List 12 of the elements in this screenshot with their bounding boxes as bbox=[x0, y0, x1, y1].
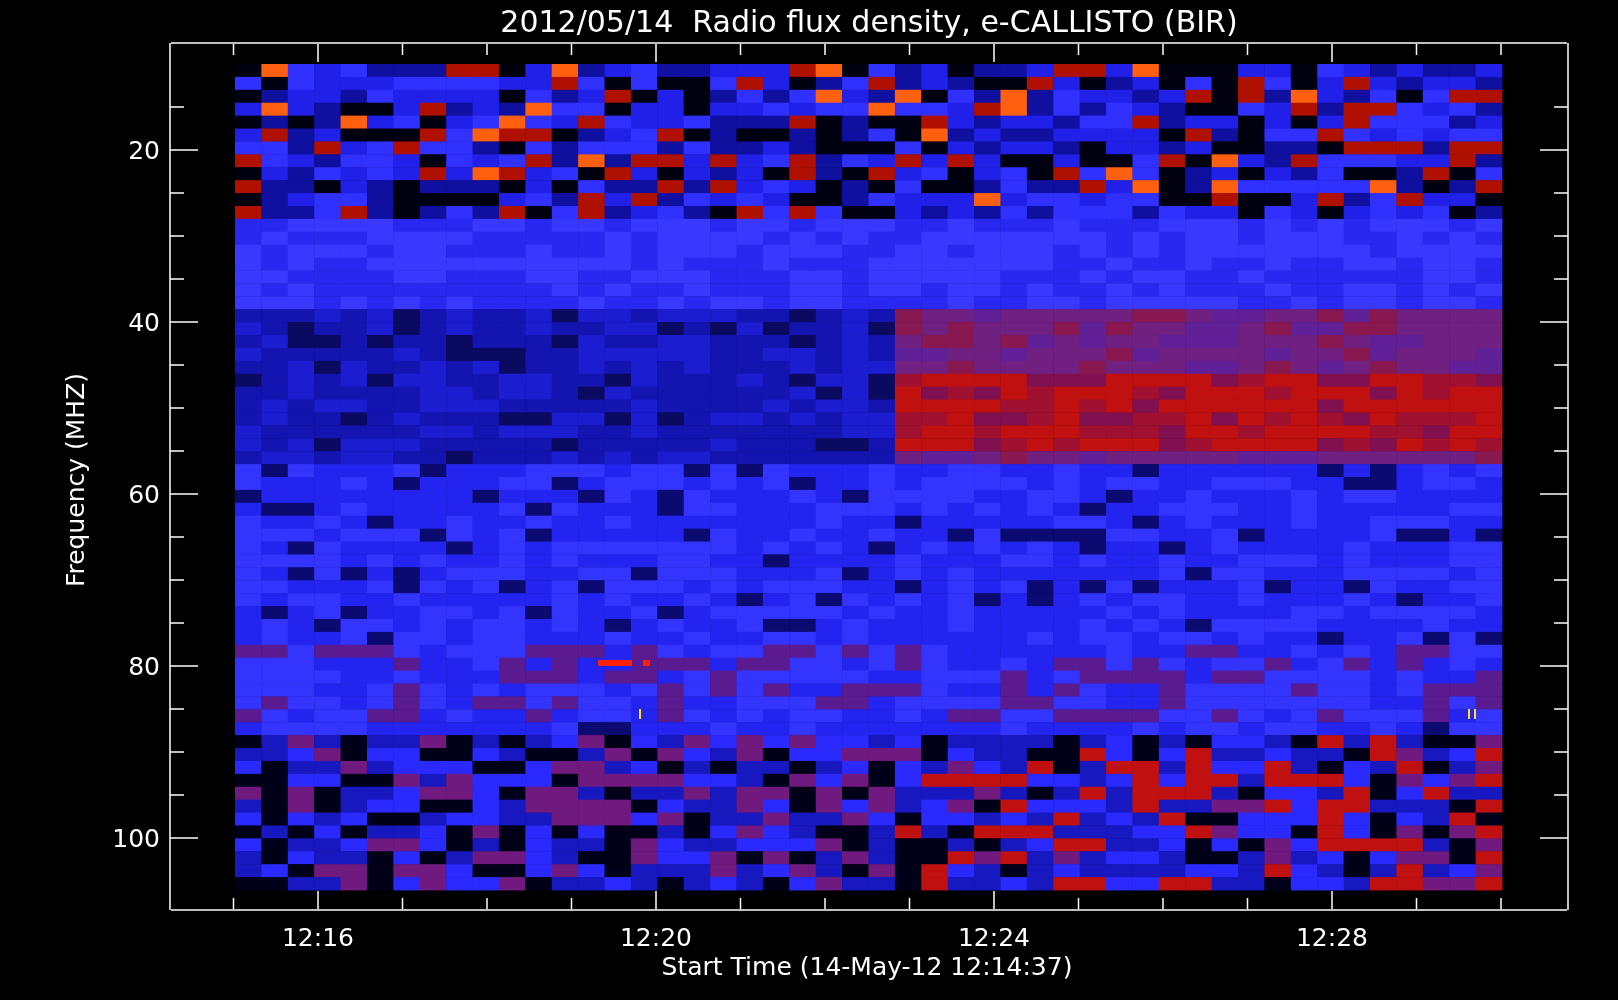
tick-label: 12:20 bbox=[620, 923, 692, 952]
tick-label: 80 bbox=[128, 652, 160, 681]
tick-label: 100 bbox=[112, 824, 160, 853]
tick-label: 40 bbox=[128, 308, 160, 337]
y-axis-label: Frequency (MHZ) bbox=[61, 372, 90, 588]
tick-label: 60 bbox=[128, 480, 160, 509]
tick-label: 12:16 bbox=[282, 923, 354, 952]
x-axis-label: Start Time (14-May-12 12:14:37) bbox=[661, 952, 1073, 981]
tick-label: 12:24 bbox=[958, 923, 1030, 952]
tick-label: 12:28 bbox=[1296, 923, 1368, 952]
chart-title: 2012/05/14 Radio flux density, e-CALLISTO (BIR) bbox=[500, 4, 1238, 39]
tick-label: 20 bbox=[128, 136, 160, 165]
